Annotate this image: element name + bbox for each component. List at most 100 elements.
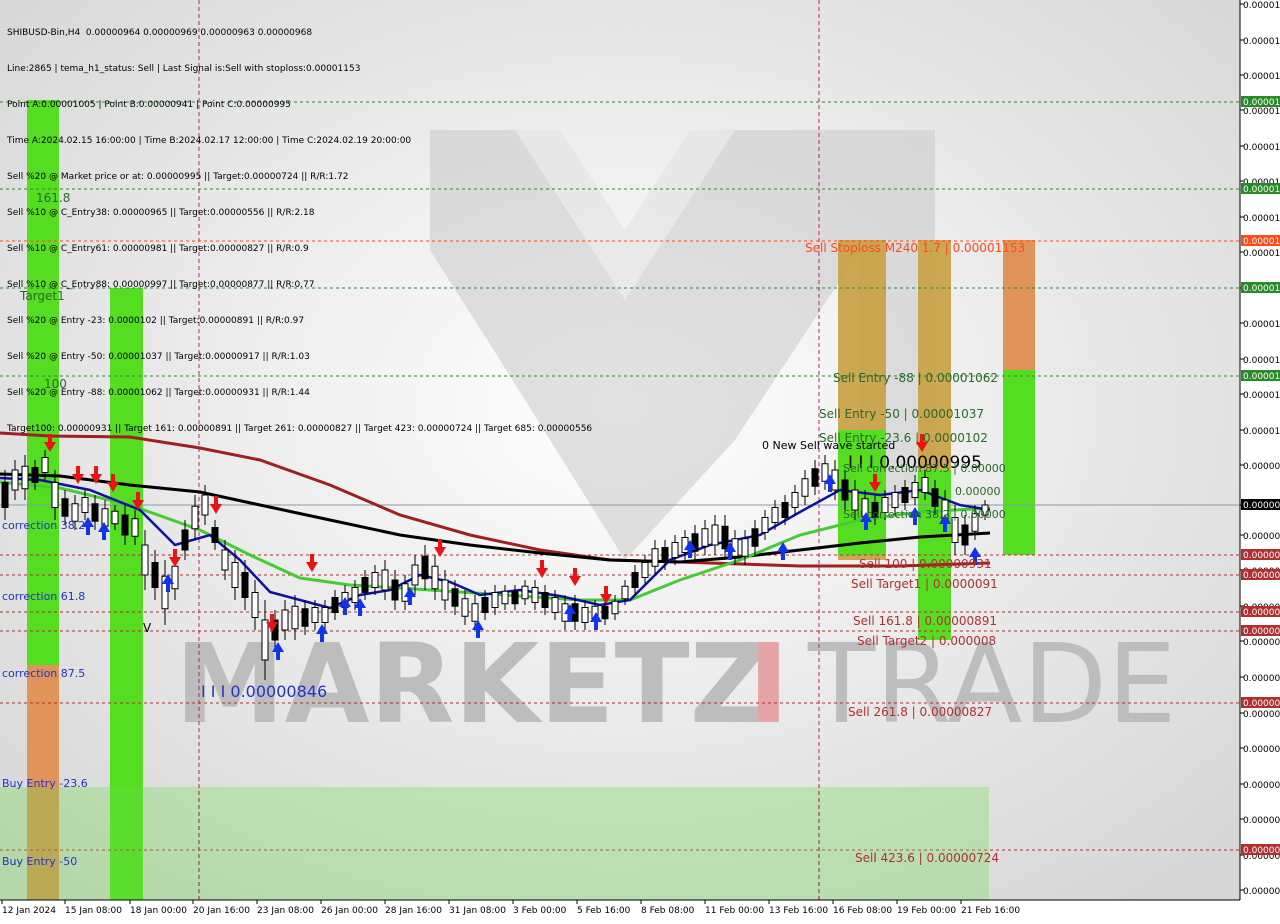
candle-body bbox=[301, 608, 309, 627]
time-tick-label: 26 Jan 00:00 bbox=[321, 906, 378, 916]
candle-body bbox=[501, 590, 509, 605]
arrow-up-icon-stem bbox=[102, 531, 106, 540]
candle-body bbox=[471, 603, 479, 622]
candle-body bbox=[531, 587, 539, 603]
lbl-sell-correction: Sell correction 87.5 | 0.00000 bbox=[843, 462, 1006, 475]
candle-body bbox=[191, 505, 199, 530]
candle-body bbox=[281, 609, 289, 631]
price-tick-label: 0.00000 bbox=[1243, 781, 1280, 791]
arrow-up-icon-stem bbox=[476, 629, 480, 638]
candle-body bbox=[61, 498, 69, 517]
arrow-up-icon-stem bbox=[864, 521, 868, 530]
candle-body bbox=[451, 588, 459, 607]
candle-body bbox=[811, 468, 819, 487]
level-label: Sell Target2 | 0.000008 bbox=[857, 634, 996, 648]
symbol-line: SHIBUSD-Bin,H4 0.00000964 0.00000969 0.0… bbox=[7, 28, 313, 38]
candle-body bbox=[711, 524, 719, 546]
price-tick-label: 0.00000 bbox=[1243, 816, 1280, 826]
price-badge-label: 0.00000 bbox=[1243, 627, 1280, 637]
candle-body bbox=[491, 592, 499, 608]
lbl-correction382: correction 38.2 bbox=[2, 519, 85, 532]
candle-body bbox=[141, 544, 149, 576]
price-badge-label: 0.00000 bbox=[1243, 846, 1280, 856]
arrow-up-icon-stem bbox=[688, 549, 692, 558]
arrow-down-icon-stem bbox=[111, 474, 115, 483]
signal-bar-green bbox=[1003, 370, 1035, 555]
candle-body bbox=[751, 528, 759, 547]
level-label: Sell 423.6 | 0.00000724 bbox=[855, 851, 999, 865]
arrow-up-icon-stem bbox=[166, 583, 170, 592]
time-tick-label: 20 Jan 16:00 bbox=[193, 906, 250, 916]
lbl-sell-correction-low: Sell correction 38.2 | 0.00000 bbox=[843, 508, 1006, 521]
candle-body bbox=[721, 525, 729, 550]
arrow-up-icon-stem bbox=[781, 551, 785, 560]
candle-body bbox=[431, 565, 439, 590]
candle-body bbox=[21, 465, 29, 490]
price-tick-label: 0.00001 bbox=[1243, 107, 1280, 117]
time-tick-label: 23 Jan 08:00 bbox=[257, 906, 314, 916]
info-line: Point A:0.00001005 | Point B:0.00000941 … bbox=[7, 100, 291, 110]
arrow-up-icon-stem bbox=[320, 633, 324, 642]
price-badge-label: 0.00001 bbox=[1243, 185, 1280, 195]
candle-body bbox=[641, 562, 649, 578]
candle-body bbox=[631, 572, 639, 588]
info-line: Sell %20 @ Entry -50: 0.00001037 || Targ… bbox=[7, 352, 310, 362]
time-tick-label: 21 Feb 16:00 bbox=[961, 906, 1020, 916]
price-badge-label: 0.00000 bbox=[1243, 699, 1280, 709]
candle-body bbox=[621, 585, 629, 600]
candle-body bbox=[661, 547, 669, 563]
price-tick-label: 0.00000 bbox=[1243, 674, 1280, 684]
chart-window: MARKETZ I TRADE Sell Stoploss M240 1.7 | 0.… bbox=[0, 0, 1280, 920]
candle-body bbox=[111, 510, 119, 525]
candle-body bbox=[581, 607, 589, 623]
arrow-up-icon-stem bbox=[943, 523, 947, 532]
candle-body bbox=[851, 489, 859, 511]
price-tick-label: 0.00001 bbox=[1243, 320, 1280, 330]
arrow-down-icon-stem bbox=[270, 614, 274, 623]
time-tick-label: 19 Feb 00:00 bbox=[897, 906, 956, 916]
price-tick-label: 0.00000 bbox=[1243, 887, 1280, 897]
candle-body bbox=[511, 590, 519, 605]
candle-body bbox=[411, 564, 419, 586]
info-line: Sell %10 @ C_Entry61: 0.00000981 || Targ… bbox=[7, 244, 309, 254]
price-tick-label: 0.00000 bbox=[1243, 745, 1280, 755]
candle-body bbox=[441, 579, 449, 601]
arrow-down-icon-stem bbox=[136, 492, 140, 501]
arrow-up-icon-stem bbox=[276, 651, 280, 660]
candle-body bbox=[551, 597, 559, 613]
info-line: Sell %20 @ Entry -88: 0.00001062 || Targ… bbox=[7, 388, 310, 398]
arrow-down-icon-stem bbox=[173, 549, 177, 558]
candle-body bbox=[321, 607, 329, 623]
price-tick-label: 0.00001 bbox=[1243, 72, 1280, 82]
arrow-down-icon-stem bbox=[873, 474, 877, 483]
candle-body bbox=[891, 492, 899, 508]
price-badge-label: 0.00001 bbox=[1243, 284, 1280, 294]
candle-body bbox=[391, 579, 399, 601]
candle-body bbox=[211, 527, 219, 543]
candle-body bbox=[331, 597, 339, 613]
candle-body bbox=[541, 592, 549, 608]
price-tick-label: 0.00001 bbox=[1243, 214, 1280, 224]
arrow-down-icon-stem bbox=[573, 568, 577, 577]
candle-body bbox=[741, 538, 749, 557]
arrow-down-icon-stem bbox=[214, 496, 218, 505]
arrow-up-icon-stem bbox=[408, 596, 412, 605]
candle-body bbox=[121, 514, 129, 536]
candle-body bbox=[771, 507, 779, 523]
price-tick-label: 0.00000 bbox=[1243, 638, 1280, 648]
lbl-new-wave: 0 New Sell wave started bbox=[762, 439, 895, 452]
arrow-up-icon-stem bbox=[358, 607, 362, 616]
lbl-low-point: I I I 0.00000846 bbox=[201, 682, 327, 701]
watermark-text-i: I bbox=[748, 620, 789, 748]
candle-body bbox=[41, 457, 49, 473]
candle-body bbox=[101, 508, 109, 527]
price-tick-label: 0.00000 bbox=[1243, 532, 1280, 542]
candle-body bbox=[951, 517, 959, 543]
price-badge-label: 0.00000 bbox=[1243, 608, 1280, 618]
info-line: Sell %20 @ Market price or at: 0.0000099… bbox=[7, 172, 349, 182]
candle-body bbox=[181, 529, 189, 551]
level-label: Sell Target1 | 0.0000091 bbox=[851, 577, 998, 591]
info-line: Target100: 0.00000931 || Target 161: 0.0… bbox=[7, 424, 593, 434]
price-badge-label: 0.00000 bbox=[1243, 501, 1280, 511]
price-badge-label: 0.00001 bbox=[1243, 98, 1280, 108]
